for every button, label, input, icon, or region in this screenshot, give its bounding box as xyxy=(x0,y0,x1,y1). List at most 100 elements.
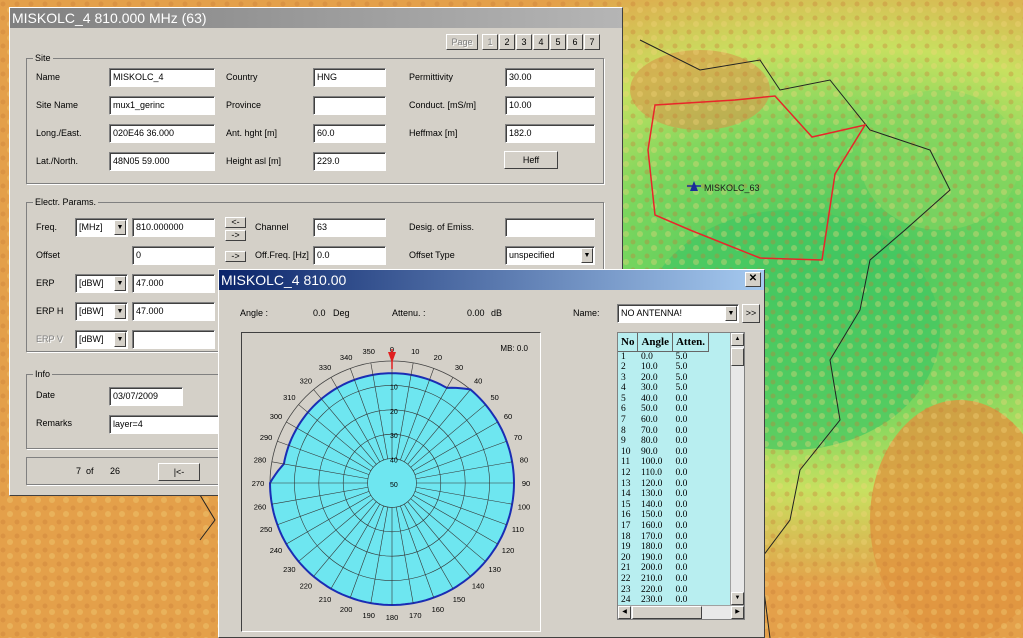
scroll-right-icon[interactable]: ▶ xyxy=(731,606,744,619)
scroll-left-icon[interactable]: ◀ xyxy=(618,606,631,619)
height-asl-field[interactable]: 229.0 xyxy=(313,152,386,171)
tab-page-7[interactable]: 7 xyxy=(584,34,600,50)
freq-unit-select[interactable]: [MHz] ▼ xyxy=(75,218,128,237)
table-row[interactable]: 23 220.0 0.0 xyxy=(618,585,708,596)
first-record-button[interactable]: |<- xyxy=(158,463,200,481)
table-row[interactable]: 11 100.0 0.0 xyxy=(618,457,708,468)
cell-no: 2 xyxy=(621,362,626,373)
site-map-label: MISKOLC_63 xyxy=(704,183,760,193)
table-row[interactable]: 22 210.0 0.0 xyxy=(618,574,708,585)
channel-next-button[interactable]: -> xyxy=(225,230,246,241)
erp-field[interactable]: 47.000 xyxy=(132,274,215,293)
table-row[interactable]: 20 190.0 0.0 xyxy=(618,553,708,564)
col-header-no: No xyxy=(618,333,639,352)
cell-no: 22 xyxy=(621,573,631,584)
province-field[interactable] xyxy=(313,96,386,115)
table-row[interactable]: 16 150.0 0.0 xyxy=(618,510,708,521)
site-name-field[interactable]: mux1_gerinc xyxy=(109,96,215,115)
cell-no: 20 xyxy=(621,552,631,563)
erpv-unit-select[interactable]: [dBW] ▼ xyxy=(75,330,128,349)
close-icon[interactable]: ✕ xyxy=(745,272,761,287)
table-row[interactable]: 13 120.0 0.0 xyxy=(618,479,708,490)
tab-page-4[interactable]: 4 xyxy=(533,34,549,50)
table-row[interactable]: 10 90.0 0.0 xyxy=(618,447,708,458)
channel-field[interactable]: 63 xyxy=(313,218,386,237)
conduct-field[interactable]: 10.00 xyxy=(505,96,595,115)
permittivity-field[interactable]: 30.00 xyxy=(505,68,595,87)
tab-page-1[interactable]: 1 xyxy=(482,34,498,50)
polar-plot-frame: MB: 0.0 10203040500102030405060708090100… xyxy=(241,332,541,632)
angle-unit: Deg xyxy=(333,308,350,318)
ant-hght-field[interactable]: 60.0 xyxy=(313,124,386,143)
angle-tick-label: 190 xyxy=(362,611,375,620)
table-row[interactable]: 3 20.0 5.0 xyxy=(618,373,708,384)
pattern-table[interactable]: No Angle Atten. 1 0.0 5.0 2 10.0 5.0 3 20.0 5.0 4… xyxy=(617,332,745,620)
erpv-field[interactable] xyxy=(132,330,215,349)
offset-field[interactable]: 0 xyxy=(132,246,215,265)
lat-field[interactable]: 48N05 59.000 xyxy=(109,152,215,171)
table-row[interactable]: 17 160.0 0.0 xyxy=(618,521,708,532)
erph-field[interactable]: 47.000 xyxy=(132,302,215,321)
chevron-down-icon[interactable]: ▼ xyxy=(114,220,126,235)
desig-field[interactable] xyxy=(505,218,595,237)
table-row[interactable]: 14 130.0 0.0 xyxy=(618,489,708,500)
vertical-scrollbar[interactable]: ▲ ▼ xyxy=(730,333,744,605)
polar-pattern-plot[interactable]: 1020304050010203040506070809010011012013… xyxy=(242,333,540,631)
chevron-down-icon[interactable]: ▼ xyxy=(725,306,737,321)
tab-page-6[interactable]: 6 xyxy=(567,34,583,50)
heffmax-field[interactable]: 182.0 xyxy=(505,124,595,143)
chevron-down-icon[interactable]: ▼ xyxy=(114,332,126,347)
channel-prev-button[interactable]: <- xyxy=(225,217,246,228)
remarks-field[interactable]: layer=4 xyxy=(109,415,229,434)
table-row[interactable]: 1 0.0 5.0 xyxy=(618,351,708,362)
scroll-up-icon[interactable]: ▲ xyxy=(731,333,744,346)
table-row[interactable]: 7 60.0 0.0 xyxy=(618,415,708,426)
cell-angle: 130.0 xyxy=(640,489,663,500)
table-row[interactable]: 2 10.0 5.0 xyxy=(618,362,708,373)
angle-tick-label: 170 xyxy=(409,611,422,620)
cell-atten: 0.0 xyxy=(675,584,688,595)
offset-type-select[interactable]: unspecified ▼ xyxy=(505,246,595,265)
chevron-down-icon[interactable]: ▼ xyxy=(114,304,126,319)
table-row[interactable]: 15 140.0 0.0 xyxy=(618,500,708,511)
table-row[interactable]: 5 40.0 0.0 xyxy=(618,394,708,405)
offset-arrow-button[interactable]: -> xyxy=(225,251,246,262)
ring-label: 20 xyxy=(390,409,398,416)
site-window-title[interactable]: MISKOLC_4 810.000 MHz (63) xyxy=(10,8,622,28)
date-field[interactable]: 03/07/2009 xyxy=(109,387,183,406)
antenna-name-value: NO ANTENNA! xyxy=(621,308,683,318)
angle-tick-label: 90 xyxy=(522,479,530,488)
hscroll-thumb[interactable] xyxy=(632,606,702,619)
table-row[interactable]: 18 170.0 0.0 xyxy=(618,532,708,543)
table-row[interactable]: 6 50.0 0.0 xyxy=(618,404,708,415)
antenna-window-title[interactable]: MISKOLC_4 810.00 xyxy=(219,270,764,290)
antenna-name-select[interactable]: NO ANTENNA! ▼ xyxy=(617,304,739,323)
table-row[interactable]: 19 180.0 0.0 xyxy=(618,542,708,553)
heff-button[interactable]: Heff xyxy=(504,151,558,169)
more-button[interactable]: >> xyxy=(742,304,760,323)
scroll-down-icon[interactable]: ▼ xyxy=(731,592,744,605)
chevron-down-icon[interactable]: ▼ xyxy=(114,276,126,291)
country-field[interactable]: HNG xyxy=(313,68,386,87)
antenna-pattern-window[interactable]: MISKOLC_4 810.00 ✕ Angle : 0.0 Deg Atten… xyxy=(218,269,765,638)
table-row[interactable]: 12 110.0 0.0 xyxy=(618,468,708,479)
chevron-down-icon[interactable]: ▼ xyxy=(581,248,593,263)
table-row[interactable]: 8 70.0 0.0 xyxy=(618,426,708,437)
erp-unit-select[interactable]: [dBW] ▼ xyxy=(75,274,128,293)
horizontal-scrollbar[interactable]: ◀ ▶ xyxy=(618,605,744,619)
off-freq-field[interactable]: 0.0 xyxy=(313,246,386,265)
table-row[interactable]: 9 80.0 0.0 xyxy=(618,436,708,447)
scroll-thumb[interactable] xyxy=(731,348,744,366)
table-row[interactable]: 4 30.0 5.0 xyxy=(618,383,708,394)
tab-page-2[interactable]: 2 xyxy=(499,34,515,50)
long-field[interactable]: 020E46 36.000 xyxy=(109,124,215,143)
table-row[interactable]: 21 200.0 0.0 xyxy=(618,563,708,574)
tab-page-5[interactable]: 5 xyxy=(550,34,566,50)
erph-unit-select[interactable]: [dBW] ▼ xyxy=(75,302,128,321)
name-field[interactable]: MISKOLC_4 xyxy=(109,68,215,87)
freq-field[interactable]: 810.000000 xyxy=(132,218,215,237)
cell-no: 18 xyxy=(621,531,631,542)
offset-type-label: Offset Type xyxy=(409,250,455,260)
tab-page-3[interactable]: 3 xyxy=(516,34,532,50)
cell-atten: 5.0 xyxy=(675,372,688,383)
